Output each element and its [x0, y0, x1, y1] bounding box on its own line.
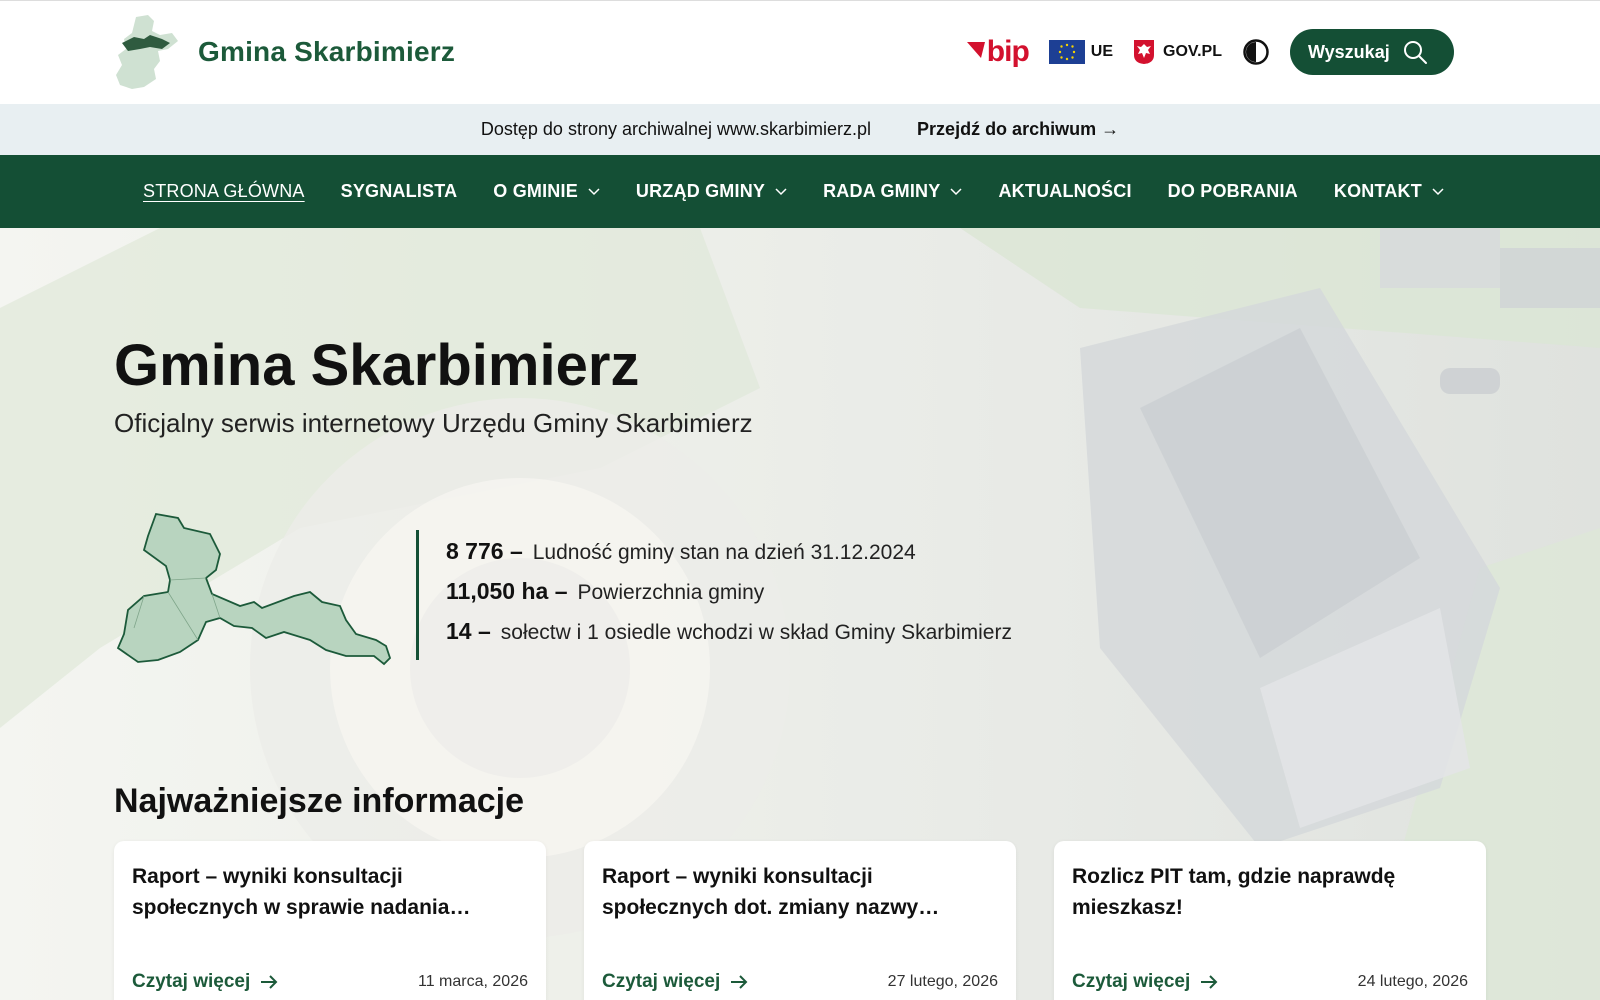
nav-item-kontakt[interactable]: KONTAKT [1334, 181, 1444, 202]
archive-link[interactable]: Przejdź do archiwum → [917, 119, 1119, 140]
gmina-map-logo-icon [116, 15, 178, 89]
polish-eagle-icon [1134, 40, 1155, 64]
nav-item-home[interactable]: STRONA GŁÓWNA [143, 181, 305, 202]
nav-item-sygnalista[interactable]: SYGNALISTA [341, 181, 458, 202]
stat-population: 8 776 – Ludność gminy stan na dzień 31.1… [446, 538, 1012, 578]
gov-label: GOV.PL [1163, 43, 1222, 60]
ue-label: UE [1090, 43, 1114, 60]
news-card-footer: Czytaj więcej 11 marca, 2026 [132, 971, 528, 993]
search-icon [1403, 41, 1427, 64]
ue-link[interactable]: UE [1048, 40, 1114, 64]
stat-value: 14 – [446, 618, 491, 644]
nav-label: SYGNALISTA [340, 181, 458, 201]
news-card-title[interactable]: Raport – wyniki konsultacji społecznych … [132, 861, 528, 923]
header-links: bip UE GOV.PL Wyszukaj [966, 29, 1454, 75]
gmina-map-icon [116, 512, 392, 666]
nav-item-o-gminie[interactable]: O GMINIE [493, 181, 600, 202]
news-cards: Raport – wyniki konsultacji społecznych … [114, 841, 1486, 1000]
stats-list: 8 776 – Ludność gminy stan na dzień 31.1… [446, 538, 1012, 658]
site-name: Gmina Skarbimierz [198, 36, 456, 67]
news-card-date: 24 lutego, 2026 [1357, 973, 1468, 990]
site-logo[interactable]: Gmina Skarbimierz [114, 13, 455, 91]
stat-text: sołectw i 1 osiedle wchodzi w skład Gmin… [500, 621, 1012, 644]
chevron-down-icon [950, 187, 962, 195]
nav-label: KONTAKT [1333, 181, 1422, 201]
news-card[interactable]: Raport – wyniki konsultacji społecznych … [584, 841, 1016, 1000]
gov-link[interactable]: GOV.PL [1133, 39, 1222, 65]
news-card[interactable]: Raport – wyniki konsultacji społecznych … [114, 841, 546, 1000]
nav-label: O GMINIE [493, 181, 578, 201]
arrow-right-icon [1201, 975, 1218, 989]
hero-title: Gmina Skarbimierz [114, 333, 640, 398]
nav-item-aktualnosci[interactable]: AKTUALNOŚCI [998, 181, 1131, 202]
news-card-date: 27 lutego, 2026 [887, 973, 998, 990]
contrast-icon [1243, 39, 1269, 65]
stat-text: Ludność gminy stan na dzień 31.12.2024 [532, 541, 916, 564]
read-more-link[interactable]: Czytaj więcej [602, 971, 748, 993]
nav-label: AKTUALNOŚCI [998, 181, 1132, 201]
arrow-right-icon [261, 975, 278, 989]
news-card-title[interactable]: Raport – wyniki konsultacji społecznych … [602, 861, 998, 923]
read-more-label: Czytaj więcej [132, 971, 251, 992]
eu-flag-icon [1048, 40, 1085, 64]
bip-link[interactable]: bip [966, 35, 1030, 69]
hero-subtitle: Oficjalny serwis internetowy Urzędu Gmin… [114, 408, 753, 438]
read-more-link[interactable]: Czytaj więcej [1072, 971, 1218, 993]
news-card-footer: Czytaj więcej 24 lutego, 2026 [1072, 971, 1468, 993]
news-card-date: 11 marca, 2026 [418, 973, 528, 990]
read-more-label: Czytaj więcej [602, 971, 721, 992]
stat-area: 11,050 ha – Powierzchnia gminy [446, 578, 1012, 618]
stat-text: Powierzchnia gminy [577, 581, 765, 604]
archive-bar: Dostęp do strony archiwalnej www.skarbim… [0, 104, 1600, 155]
chevron-down-icon [1432, 187, 1444, 195]
contrast-toggle[interactable] [1242, 38, 1270, 66]
chevron-down-icon [588, 187, 600, 195]
nav-label: STRONA GŁÓWNA [143, 181, 305, 201]
bip-flag-icon [966, 42, 985, 58]
stat-value: 8 776 – [446, 538, 523, 564]
main-nav: STRONA GŁÓWNA SYGNALISTA O GMINIE URZĄD … [0, 155, 1600, 228]
news-card-footer: Czytaj więcej 27 lutego, 2026 [602, 971, 998, 993]
nav-label: RADA GMINY [823, 181, 941, 201]
nav-item-rada-gminy[interactable]: RADA GMINY [823, 181, 962, 202]
arrow-right-icon [731, 975, 748, 989]
search-button[interactable]: Wyszukaj [1290, 29, 1454, 75]
hero-section: Gmina Skarbimierz Oficjalny serwis inter… [0, 228, 1600, 1000]
news-card[interactable]: Rozlicz PIT tam, gdzie naprawdę mieszkas… [1054, 841, 1486, 1000]
nav-label: DO POBRANIA [1167, 181, 1298, 201]
news-section-title: Najważniejsze informacje [114, 782, 525, 820]
nav-item-do-pobrania[interactable]: DO POBRANIA [1168, 181, 1298, 202]
nav-label: URZĄD GMINY [635, 181, 766, 201]
stat-value: 11,050 ha – [446, 578, 568, 604]
stats-divider [416, 530, 419, 660]
search-label: Wyszukaj [1308, 41, 1390, 62]
read-more-link[interactable]: Czytaj więcej [132, 971, 278, 993]
chevron-down-icon [775, 187, 787, 195]
stat-solectwa: 14 – sołectw i 1 osiedle wchodzi w skład… [446, 618, 1012, 658]
nav-item-urzad-gminy[interactable]: URZĄD GMINY [636, 181, 787, 202]
read-more-label: Czytaj więcej [1072, 971, 1191, 992]
news-card-title[interactable]: Rozlicz PIT tam, gdzie naprawdę mieszkas… [1072, 861, 1468, 923]
site-header: Gmina Skarbimierz bip UE GOV.PL Wyszukaj [0, 0, 1600, 104]
archive-text: Dostęp do strony archiwalnej www.skarbim… [480, 119, 872, 139]
bip-label: bip [986, 35, 1030, 68]
